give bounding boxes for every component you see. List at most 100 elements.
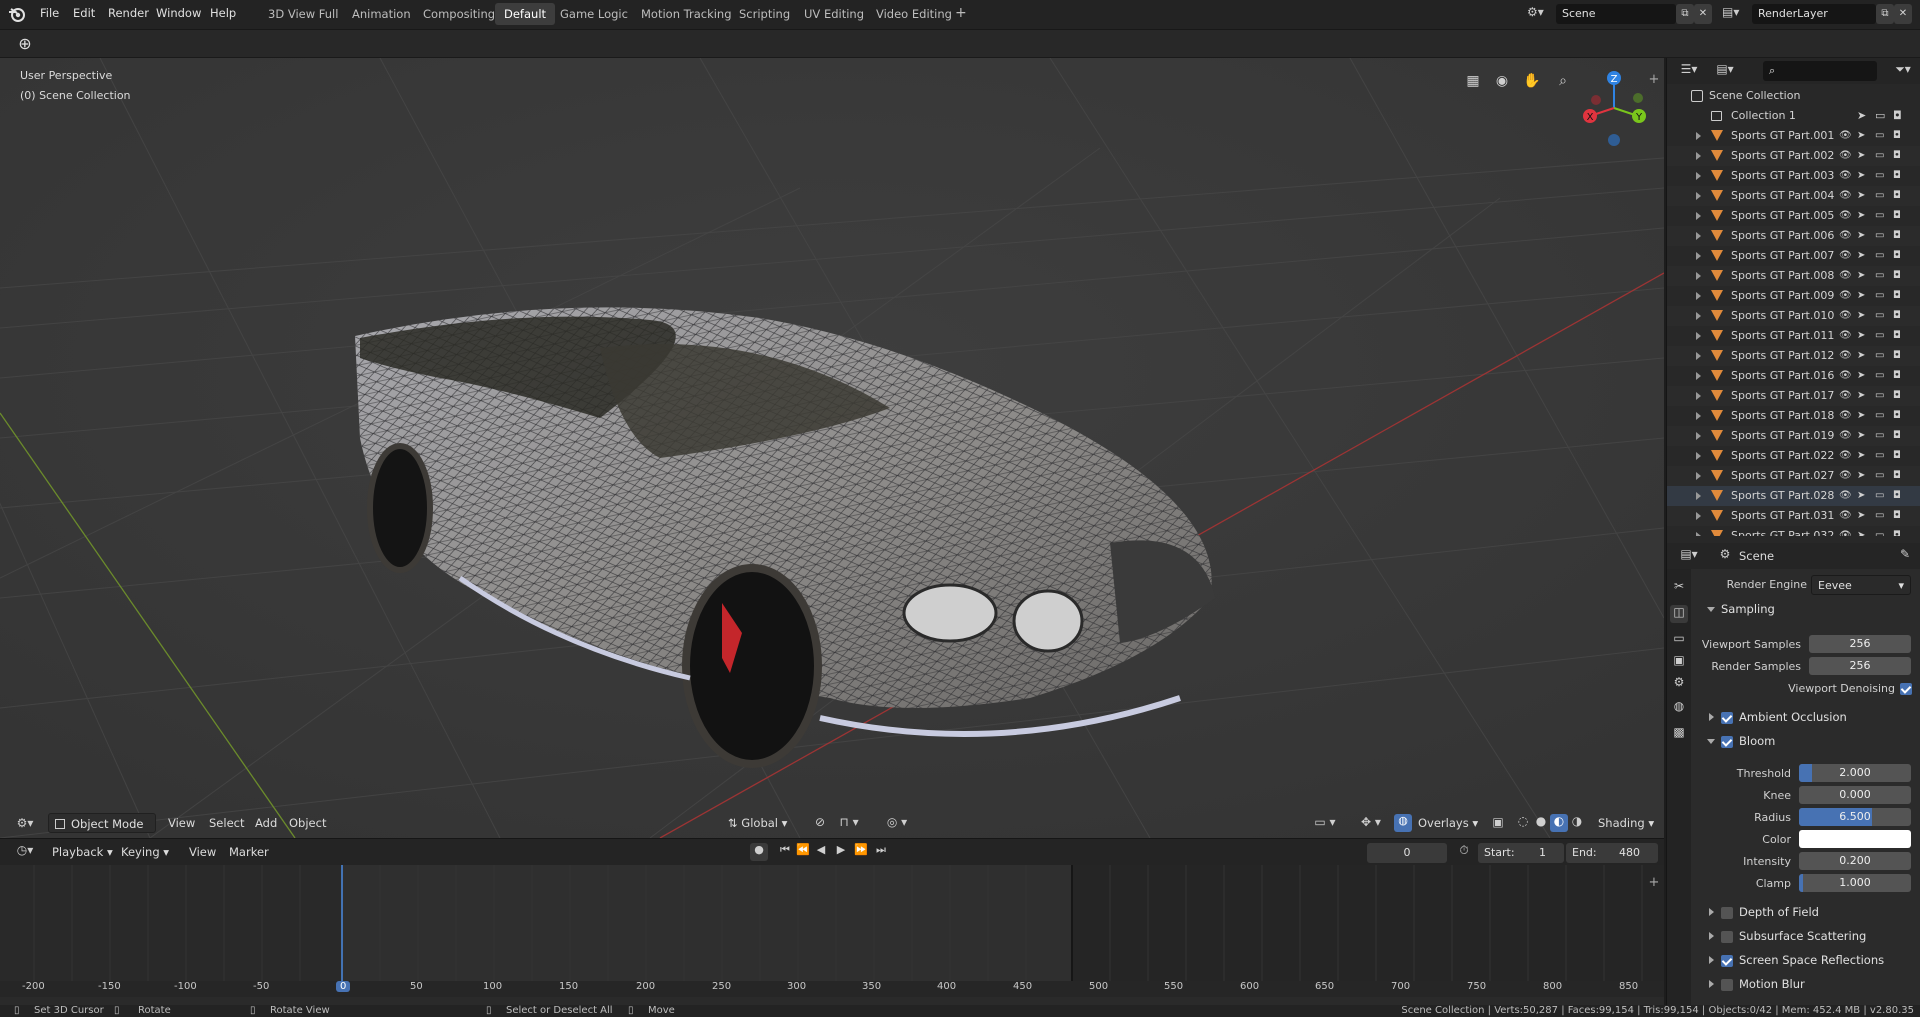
expand-arrow-icon[interactable] bbox=[1696, 432, 1701, 440]
viewport-visibility-icon[interactable]: ▭ bbox=[1875, 386, 1884, 406]
texture-tab-icon[interactable]: ▩ bbox=[1670, 725, 1688, 743]
viewport-denoising-checkbox[interactable] bbox=[1900, 683, 1912, 695]
render-visibility-icon[interactable]: ◘ bbox=[1893, 286, 1901, 306]
viewport-visibility-icon[interactable]: ▭ bbox=[1875, 146, 1884, 166]
outliner-object-row[interactable]: Sports GT Part.006 👁 ➤ ▭ ◘ bbox=[1667, 226, 1920, 246]
camera-view-icon[interactable]: ◉ bbox=[1492, 73, 1512, 93]
depth-of-field-checkbox[interactable] bbox=[1721, 907, 1733, 919]
viewport-samples-field[interactable]: 256 bbox=[1809, 635, 1911, 653]
current-frame-indicator[interactable]: 0 bbox=[336, 981, 351, 992]
gizmos-icon[interactable]: ✥ ▾ bbox=[1354, 815, 1388, 831]
ao-expand-icon[interactable] bbox=[1709, 713, 1714, 721]
sampling-expand-icon[interactable] bbox=[1707, 607, 1715, 612]
render-visibility-icon[interactable]: ◘ bbox=[1893, 126, 1901, 146]
eye-icon[interactable]: 👁 bbox=[1839, 526, 1852, 536]
selectable-icon[interactable]: ➤ bbox=[1857, 446, 1865, 466]
pin-icon[interactable]: ✎ bbox=[1897, 547, 1913, 565]
eye-icon[interactable]: 👁 bbox=[1839, 146, 1852, 166]
outliner-object-row[interactable]: Sports GT Part.027 👁 ➤ ▭ ◘ bbox=[1667, 466, 1920, 486]
eye-icon[interactable]: 👁 bbox=[1839, 466, 1852, 486]
viewport-visibility-icon[interactable]: ▭ bbox=[1875, 206, 1884, 226]
outliner-collection-1[interactable]: Collection 1 ➤ ▭ ◘ bbox=[1667, 106, 1920, 126]
bloom-checkbox[interactable] bbox=[1721, 736, 1733, 748]
blender-logo-icon[interactable] bbox=[8, 5, 26, 23]
new-view-layer-icon[interactable]: ⧉ bbox=[1876, 4, 1894, 24]
eye-icon[interactable]: 👁 bbox=[1839, 306, 1852, 326]
overlays-dropdown[interactable]: Overlays ▾ bbox=[1418, 813, 1478, 833]
sss-expand-icon[interactable] bbox=[1709, 932, 1714, 940]
expand-arrow-icon[interactable] bbox=[1696, 352, 1701, 360]
tab-motion-tracking[interactable]: Motion Tracking bbox=[632, 3, 741, 25]
menu-edit[interactable]: Edit bbox=[66, 0, 102, 26]
shading-dropdown[interactable]: Shading ▾ bbox=[1598, 813, 1654, 833]
selectable-icon[interactable]: ➤ bbox=[1857, 226, 1865, 246]
viewport-visibility-icon[interactable]: ▭ bbox=[1875, 486, 1884, 506]
preview-range-icon[interactable]: ⏱ bbox=[1455, 843, 1473, 861]
frame-ruler[interactable]: -200 -150 -100 -50 0 50 100 150 200 250 … bbox=[0, 981, 1664, 997]
render-visibility-icon[interactable]: ◘ bbox=[1893, 386, 1901, 406]
menu-file[interactable]: File bbox=[33, 0, 66, 26]
motion-blur-expand-icon[interactable] bbox=[1709, 980, 1714, 988]
tab-default[interactable]: Default bbox=[495, 3, 556, 25]
timeline-view-menu[interactable]: View bbox=[189, 842, 216, 862]
solid-shading-icon[interactable]: ● bbox=[1532, 814, 1550, 832]
radius-slider[interactable]: 6.500 bbox=[1799, 808, 1911, 826]
3d-viewport[interactable]: User Perspective (0) Scene Collection ▦ … bbox=[0, 58, 1664, 838]
render-tab-icon[interactable]: ◫ bbox=[1670, 605, 1688, 623]
outliner-object-row[interactable]: Sports GT Part.022 👁 ➤ ▭ ◘ bbox=[1667, 446, 1920, 466]
render-engine-dropdown[interactable]: Eevee ▾ bbox=[1811, 575, 1911, 595]
outliner-object-row[interactable]: Sports GT Part.016 👁 ➤ ▭ ◘ bbox=[1667, 366, 1920, 386]
render-visibility-icon[interactable]: ◘ bbox=[1893, 266, 1901, 286]
outliner-object-row[interactable]: Sports GT Part.004 👁 ➤ ▭ ◘ bbox=[1667, 186, 1920, 206]
object-mode-dropdown[interactable]: Object Mode bbox=[48, 813, 156, 833]
current-frame-field[interactable]: 0 bbox=[1367, 843, 1447, 863]
eye-icon[interactable]: 👁 bbox=[1839, 266, 1852, 286]
selectable-icon[interactable]: ➤ bbox=[1857, 286, 1865, 306]
selectable-icon[interactable]: ➤ bbox=[1857, 206, 1865, 226]
outliner[interactable]: ☰▾ ▤▾ ⌕ ⏷▾ Scene Collection Collection 1… bbox=[1666, 58, 1920, 543]
menu-help[interactable]: Help bbox=[203, 0, 243, 26]
screen-space-reflections-title[interactable]: Screen Space Reflections bbox=[1739, 953, 1884, 967]
viewport-visibility-icon[interactable]: ▭ bbox=[1875, 406, 1884, 426]
expand-arrow-icon[interactable] bbox=[1696, 452, 1701, 460]
selectable-icon[interactable]: ➤ bbox=[1857, 406, 1865, 426]
menu-render[interactable]: Render bbox=[101, 0, 156, 26]
outliner-object-row[interactable]: Sports GT Part.031 👁 ➤ ▭ ◘ bbox=[1667, 506, 1920, 526]
viewport-visibility-icon[interactable]: ▭ bbox=[1875, 326, 1884, 346]
render-visibility-icon[interactable]: ◘ bbox=[1893, 326, 1901, 346]
expand-arrow-icon[interactable] bbox=[1696, 312, 1701, 320]
selectable-icon[interactable]: ➤ bbox=[1857, 386, 1865, 406]
tab-game-logic[interactable]: Game Logic bbox=[551, 3, 637, 25]
expand-arrow-icon[interactable] bbox=[1696, 332, 1701, 340]
motion-blur-checkbox[interactable] bbox=[1721, 979, 1733, 991]
properties-editor[interactable]: ▤▾ ⚙ Scene ✎ ✂ ◫ ▭ ▣ ⚙ ◍ ▩ Render Engine… bbox=[1666, 543, 1920, 1017]
expand-arrow-icon[interactable] bbox=[1696, 212, 1701, 220]
ambient-occlusion-title[interactable]: Ambient Occlusion bbox=[1739, 710, 1847, 724]
eye-icon[interactable]: 👁 bbox=[1839, 166, 1852, 186]
bloom-title[interactable]: Bloom bbox=[1739, 734, 1775, 748]
viewport-visibility-icon[interactable]: ▭ bbox=[1875, 246, 1884, 266]
transform-orientation-dropdown[interactable]: ⇅ Global ▾ bbox=[728, 813, 787, 833]
selectable-icon[interactable]: ➤ bbox=[1857, 306, 1865, 326]
selectable-icon[interactable]: ➤ bbox=[1857, 246, 1865, 266]
viewport-visibility-icon[interactable]: ▭ bbox=[1875, 466, 1884, 486]
selectable-icon[interactable]: ➤ bbox=[1857, 326, 1865, 346]
render-visibility-icon[interactable]: ◘ bbox=[1893, 346, 1901, 366]
world-tab-icon[interactable]: ◍ bbox=[1670, 699, 1688, 717]
expand-arrow-icon[interactable] bbox=[1696, 252, 1701, 260]
navigation-gizmo[interactable]: Z Y X bbox=[1576, 66, 1660, 150]
intensity-slider[interactable]: 0.200 bbox=[1799, 852, 1911, 870]
motion-blur-title[interactable]: Motion Blur bbox=[1739, 977, 1805, 991]
view-layer-selector-icon[interactable]: ▤▾ bbox=[1722, 5, 1748, 23]
tab-animation[interactable]: Animation bbox=[343, 3, 420, 25]
expand-arrow-icon[interactable] bbox=[1696, 372, 1701, 380]
eye-icon[interactable]: 👁 bbox=[1839, 346, 1852, 366]
eye-icon[interactable]: 👁 bbox=[1839, 246, 1852, 266]
pivot-point-icon[interactable]: ⊘ bbox=[812, 815, 828, 831]
render-visibility-icon[interactable]: ◘ bbox=[1893, 366, 1901, 386]
knee-slider[interactable]: 0.000 bbox=[1799, 786, 1911, 804]
outliner-object-row[interactable]: Sports GT Part.011 👁 ➤ ▭ ◘ bbox=[1667, 326, 1920, 346]
viewport-visibility-icon[interactable]: ▭ bbox=[1875, 106, 1885, 126]
tab-3d-view-full[interactable]: 3D View Full bbox=[259, 3, 347, 25]
editor-type-icon[interactable]: ⚙▾ bbox=[10, 813, 40, 833]
